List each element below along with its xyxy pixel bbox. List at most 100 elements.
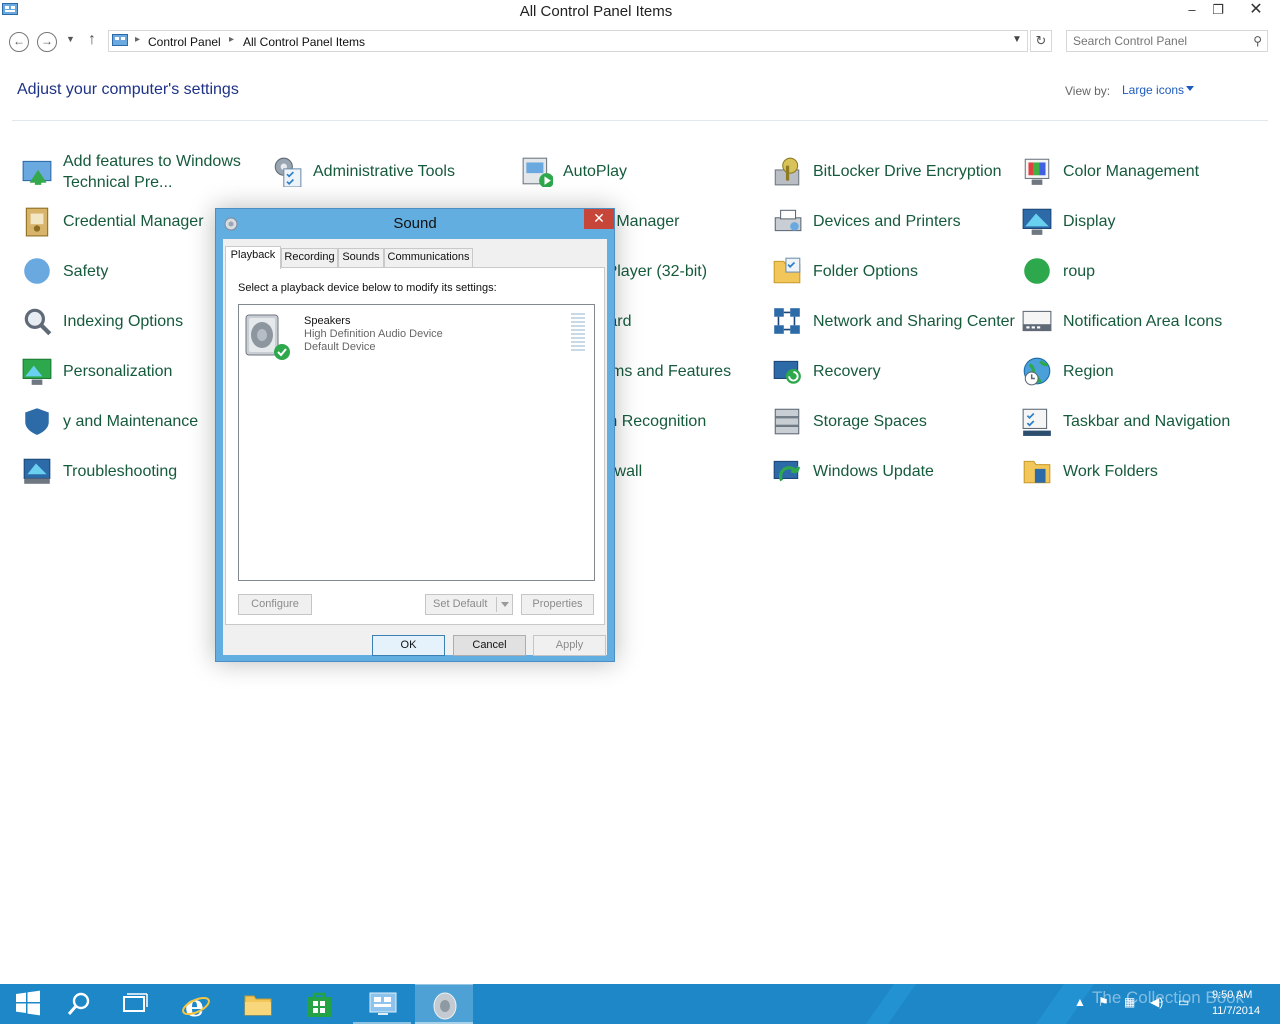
tab-recording[interactable]: Recording [281,248,338,268]
internet-explorer-taskbar-button[interactable]: e [166,984,224,1024]
store-taskbar-button[interactable] [290,984,348,1024]
cpl-item-notification-area[interactable]: Notification Area Icons [1015,297,1257,345]
cpl-item-label: Region [1063,363,1114,380]
minimize-button[interactable]: – [1178,0,1206,22]
properties-button[interactable]: Properties [521,594,594,615]
ok-button[interactable]: OK [372,635,445,656]
cpl-item-display[interactable]: Display [1015,197,1257,245]
set-default-dropdown-icon[interactable] [501,602,509,607]
playback-device-list[interactable]: Speakers High Definition Audio Device De… [238,304,595,581]
control-panel-icon [369,992,397,1015]
cpl-item-label: Add features to Windows Technical Pre... [63,153,241,191]
cpl-item-label: roup [1063,263,1096,280]
cpl-item-label: y and Maintenance [63,413,199,430]
device-name: Speakers [304,315,351,327]
store-icon [307,992,331,1017]
cpl-item-label: Credential Manager [63,213,204,230]
recovery-icon [773,360,801,384]
homegroup-icon [1024,258,1050,284]
personalization-icon [22,358,52,385]
cpl-item-label: Administrative Tools [313,163,455,180]
clock-date[interactable]: 11/7/2014 [1212,1005,1260,1017]
taskbar-search-button[interactable] [50,984,108,1024]
instruction-text: Select a playback device below to modify… [238,282,497,294]
cpl-item-label: Folder Options [813,263,918,280]
folder-options-icon [773,257,801,284]
cpl-item-devices-printers[interactable]: Devices and Printers [765,197,1007,245]
device-description: High Definition Audio Device [304,328,443,340]
cpl-item-work-folders[interactable]: Work Folders [1015,447,1257,495]
file-explorer-taskbar-button[interactable] [228,984,286,1024]
refresh-button[interactable]: ↻ [1030,30,1052,52]
search-input[interactable] [1073,34,1243,48]
tab-playback[interactable]: Playback [225,246,281,269]
configure-button[interactable]: Configure [238,594,312,615]
cpl-item-bitlocker[interactable]: BitLocker Drive Encryption [765,147,1007,195]
dialog-title: Sound [393,215,437,232]
show-hidden-icons-chevron-icon[interactable]: ▲ [1074,995,1086,1009]
address-dropdown-icon[interactable]: ▼ [1012,34,1022,45]
cpl-item-homegroup[interactable]: roup [1015,247,1257,295]
autoplay-icon [522,157,553,187]
back-button[interactable]: ← [9,32,29,52]
cpl-item-recovery[interactable]: Recovery [765,347,1007,395]
speaker-icon [433,992,457,1020]
view-by-dropdown[interactable]: Large icons [1122,83,1184,97]
up-arrow-icon[interactable]: ↑ [88,31,96,49]
windows-update-icon [773,460,801,482]
close-window-button[interactable]: ✕ [1232,0,1280,22]
sound-dialog: Sound ✕ Playback Recording Sounds Commun… [215,208,615,662]
color-management-icon [1024,158,1050,185]
cpl-item-windows-update[interactable]: Windows Update [765,447,1007,495]
view-by-caret-icon[interactable] [1186,86,1194,91]
tab-communications[interactable]: Communications [384,248,473,268]
device-status: Default Device [304,341,376,353]
tab-sounds[interactable]: Sounds [338,248,384,268]
cpl-item-label: Notification Area Icons [1063,313,1223,330]
control-panel-icon [112,34,128,46]
forward-button[interactable]: → [37,32,57,52]
navigation-bar: ← → ▼ ↑ ▸ Control Panel ▸ All Control Pa… [0,28,1280,56]
clock-time[interactable]: 9:50 AM [1212,989,1252,1001]
apply-button[interactable]: Apply [533,635,606,656]
page-heading: Adjust your computer's settings [17,81,239,98]
dialog-titlebar[interactable]: Sound ✕ [216,209,614,239]
cpl-item-storage-spaces[interactable]: Storage Spaces [765,397,1007,445]
breadcrumb-separator-icon[interactable]: ▸ [135,34,140,45]
cpl-item-add-features[interactable]: Add features to Windows Technical Pre... [15,147,257,195]
breadcrumb-control-panel[interactable]: Control Panel [148,35,221,49]
cpl-item-network-sharing[interactable]: Network and Sharing Center [765,297,1015,345]
cancel-button[interactable]: Cancel [453,635,526,656]
recent-locations-chevron-icon[interactable]: ▼ [66,34,75,44]
set-default-label: Set Default [433,598,488,610]
cpl-item-taskbar-navigation[interactable]: Taskbar and Navigation [1015,397,1257,445]
dialog-close-button[interactable]: ✕ [584,209,614,229]
cpl-item-region[interactable]: Region [1015,347,1257,395]
administrative-tools-icon [274,157,302,187]
cpl-item-folder-options[interactable]: Folder Options [765,247,1007,295]
credential-manager-icon [25,207,49,237]
sound-taskbar-button[interactable] [415,984,473,1024]
storage-spaces-icon [774,408,800,435]
search-box[interactable]: ⚲ [1066,30,1268,52]
devices-printers-icon [774,209,802,232]
volume-level-meter [571,313,585,355]
breadcrumb-all-items[interactable]: All Control Panel Items [243,35,365,49]
restore-button[interactable]: ❐ [1204,0,1232,22]
view-by-label: View by: [1065,84,1111,98]
windows-logo-icon [16,990,40,1016]
internet-explorer-icon: e [182,990,210,1020]
folder-icon [244,995,272,1016]
device-row-speakers[interactable]: Speakers High Definition Audio Device De… [242,309,591,363]
window-title: All Control Panel Items [519,3,673,20]
address-bar[interactable]: ▸ Control Panel ▸ All Control Panel Item… [108,30,1028,52]
control-panel-taskbar-button[interactable] [353,984,411,1024]
search-icon[interactable]: ⚲ [1253,34,1262,48]
bitlocker-icon [774,157,800,186]
cpl-item-color-management[interactable]: Color Management [1015,147,1257,195]
cpl-item-administrative-tools[interactable]: Administrative Tools [265,147,507,195]
task-view-button[interactable] [106,984,164,1024]
cpl-item-autoplay[interactable]: AutoPlay [515,147,757,195]
breadcrumb-separator-icon[interactable]: ▸ [229,34,234,45]
set-default-button[interactable]: Set Default [425,594,513,615]
